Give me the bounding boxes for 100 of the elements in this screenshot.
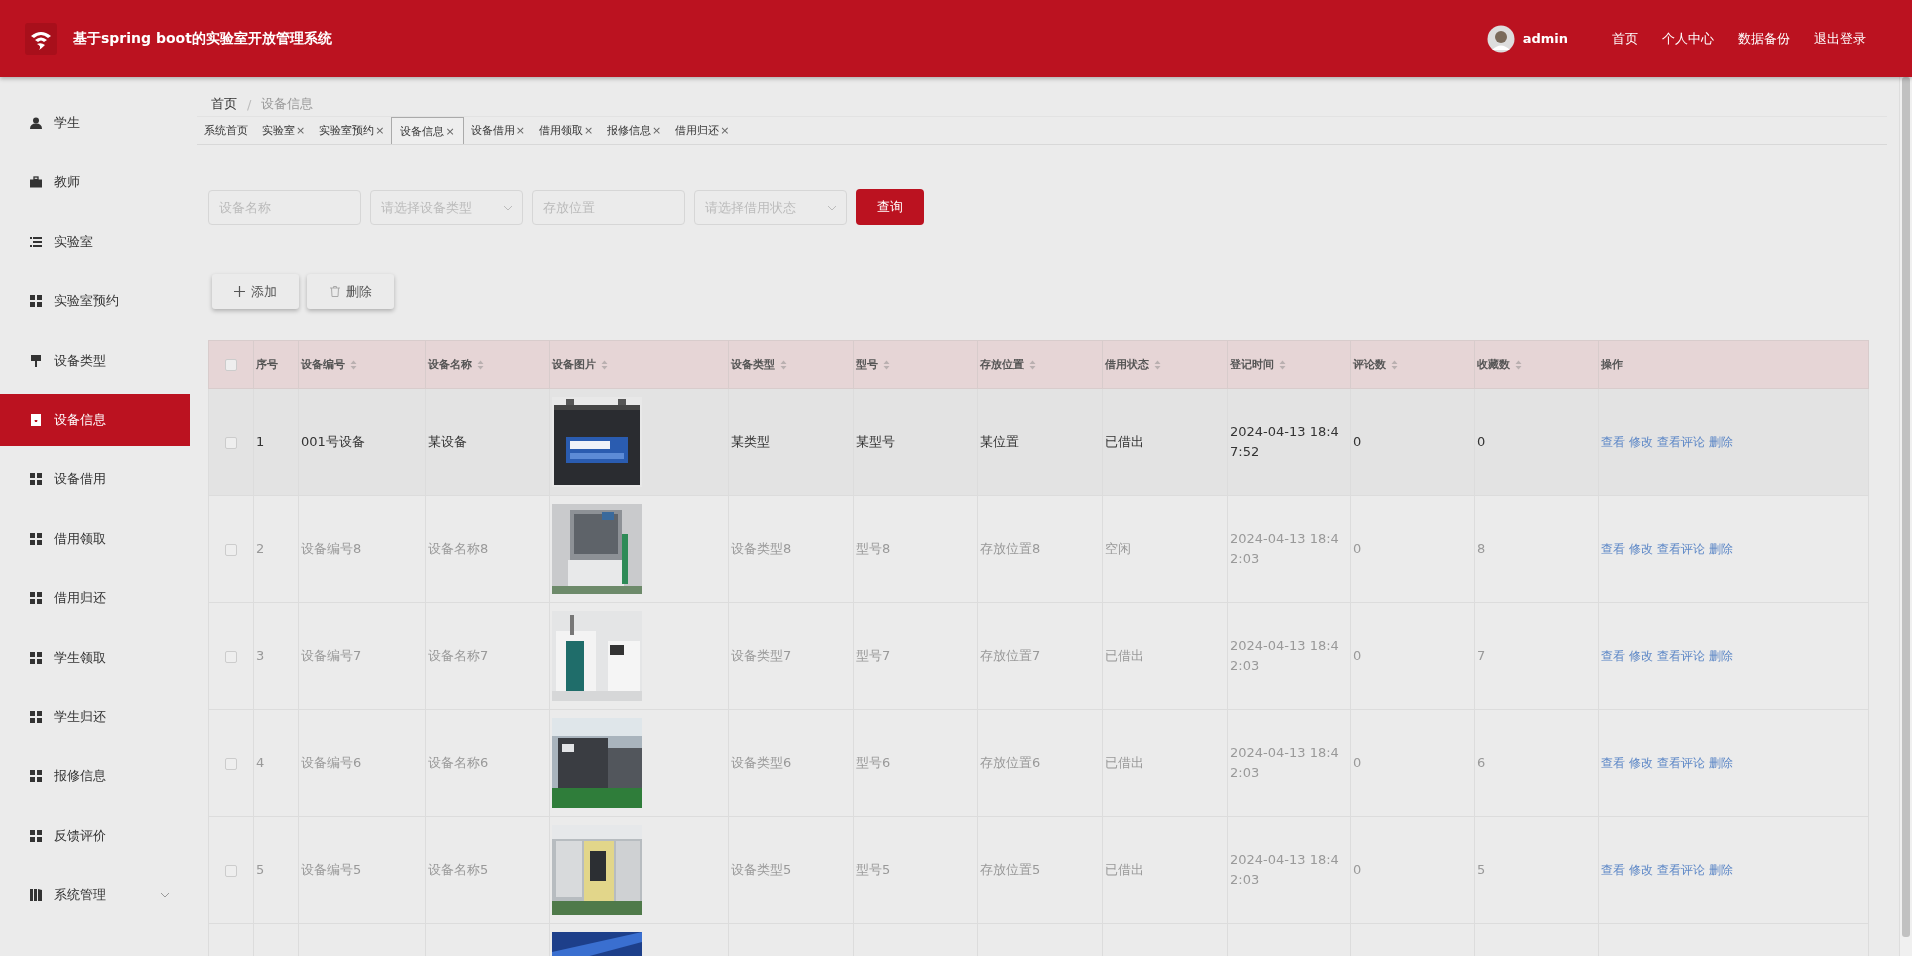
table-cell-text: 设备类型6: [731, 754, 792, 772]
breadcrumb-item[interactable]: 首页: [211, 95, 237, 113]
grid-icon: [30, 710, 42, 723]
row-action-link[interactable]: 查看评论: [1657, 434, 1705, 449]
sidebar-item[interactable]: 系统管理: [0, 869, 190, 922]
sidebar-item[interactable]: 设备类型: [0, 334, 190, 387]
header-link[interactable]: 退出登录: [1814, 29, 1866, 48]
sidebar-item[interactable]: 借用归还: [0, 572, 190, 625]
row-action-link[interactable]: 查看评论: [1657, 862, 1705, 877]
tab[interactable]: 借用归还×: [668, 117, 737, 144]
column-header[interactable]: 评论数: [1353, 357, 1398, 372]
row-action-link[interactable]: 删除: [1709, 755, 1733, 770]
row-action-link[interactable]: 查看评论: [1657, 541, 1705, 556]
sidebar-item[interactable]: 学生领取: [0, 631, 190, 684]
row-action-link[interactable]: 删除: [1709, 862, 1733, 877]
query-button[interactable]: 查询: [856, 189, 924, 225]
row-action-link[interactable]: 删除: [1709, 648, 1733, 663]
sidebar-item[interactable]: 学生归还: [0, 690, 190, 743]
table-cell-text: 已借出: [1105, 433, 1144, 451]
avatar-icon: [1486, 24, 1515, 53]
sidebar-item[interactable]: 教师: [0, 156, 190, 209]
sort-icon[interactable]: [780, 359, 787, 370]
checkbox[interactable]: [225, 359, 237, 371]
row-action-link[interactable]: 修改: [1629, 434, 1653, 449]
table-cell-text: 存放位置5: [980, 861, 1041, 879]
table-cell-text: 存放位置6: [980, 754, 1041, 772]
checkbox[interactable]: [225, 865, 237, 877]
checkbox[interactable]: [225, 437, 237, 449]
table-cell-text: 0: [1353, 433, 1362, 451]
tab[interactable]: 实验室预约×: [312, 117, 392, 144]
column-header[interactable]: 设备编号: [301, 357, 357, 372]
sort-icon[interactable]: [1154, 359, 1161, 370]
tab[interactable]: 实验室×: [255, 117, 313, 144]
sidebar-item[interactable]: 设备借用: [0, 453, 190, 506]
checkbox[interactable]: [225, 651, 237, 663]
row-action-link[interactable]: 查看: [1601, 755, 1625, 770]
sort-icon[interactable]: [477, 359, 484, 370]
sidebar-item[interactable]: 报修信息: [0, 750, 190, 803]
row-action-link[interactable]: 查看: [1601, 434, 1625, 449]
row-action-link[interactable]: 修改: [1629, 862, 1653, 877]
row-action-link[interactable]: 查看评论: [1657, 648, 1705, 663]
sort-icon[interactable]: [1515, 359, 1522, 370]
add-button[interactable]: 添加: [212, 274, 299, 309]
column-header[interactable]: 设备图片: [552, 357, 608, 372]
checkbox[interactable]: [225, 544, 237, 556]
row-action-link[interactable]: 查看: [1601, 541, 1625, 556]
sort-icon[interactable]: [350, 359, 357, 370]
column-header[interactable]: 借用状态: [1105, 357, 1161, 372]
row-action-link[interactable]: 删除: [1709, 541, 1733, 556]
column-header[interactable]: 设备类型: [731, 357, 787, 372]
sort-icon[interactable]: [1279, 359, 1286, 370]
row-action-link[interactable]: 查看: [1601, 648, 1625, 663]
sidebar-item[interactable]: 学生: [0, 97, 190, 149]
row-action-link[interactable]: 删除: [1709, 434, 1733, 449]
sort-icon[interactable]: [1029, 359, 1036, 370]
sort-icon[interactable]: [883, 359, 890, 370]
table-cell-text: 0: [1477, 433, 1486, 451]
table-cell-text: 型号7: [856, 647, 891, 665]
sidebar-item[interactable]: 反馈评价: [0, 809, 190, 862]
column-header[interactable]: 收藏数: [1477, 357, 1522, 372]
column-header[interactable]: 存放位置: [980, 357, 1036, 372]
tab[interactable]: 设备借用×: [463, 117, 532, 144]
table-cell-text: 设备编号5: [301, 861, 362, 879]
delete-button[interactable]: 删除: [307, 274, 394, 309]
table-cell-text: 某类型: [731, 433, 770, 451]
tab[interactable]: 设备信息×: [391, 117, 464, 144]
sidebar-item[interactable]: 实验室预约: [0, 275, 190, 328]
table-cell-text: 设备名称5: [428, 861, 489, 879]
row-action-link[interactable]: 修改: [1629, 648, 1653, 663]
sidebar-item[interactable]: 实验室: [0, 215, 190, 268]
tab[interactable]: 系统首页: [197, 117, 255, 144]
column-header[interactable]: 登记时间: [1230, 357, 1286, 372]
sidebar-item[interactable]: 借用领取: [0, 512, 190, 565]
table-cell-text: 已借出: [1105, 861, 1144, 879]
sort-icon[interactable]: [601, 359, 608, 370]
inbox-icon: [30, 413, 42, 426]
header-link[interactable]: 数据备份: [1738, 29, 1790, 48]
table-cell-text: 2024-04-13 18:42:03: [1230, 744, 1340, 782]
row-action-link[interactable]: 查看: [1601, 862, 1625, 877]
tab[interactable]: 报修信息×: [600, 117, 669, 144]
column-header[interactable]: 序号: [256, 357, 278, 372]
checkbox[interactable]: [225, 758, 237, 770]
table-cell-text: 0: [1353, 540, 1362, 558]
scrollbar[interactable]: [1899, 77, 1912, 956]
table-cell-text: 存放位置7: [980, 647, 1041, 665]
column-header[interactable]: 设备名称: [428, 357, 484, 372]
row-action-link[interactable]: 修改: [1629, 541, 1653, 556]
header-link[interactable]: 首页: [1612, 29, 1638, 48]
table-cell-text: 0: [1353, 647, 1362, 665]
table-cell-text: 2: [256, 540, 265, 558]
column-header[interactable]: 操作: [1601, 357, 1623, 372]
briefcase-icon: [30, 176, 42, 189]
row-action-link[interactable]: 查看评论: [1657, 755, 1705, 770]
tab[interactable]: 借用领取×: [531, 117, 601, 144]
sidebar-item[interactable]: 设备信息: [0, 393, 190, 446]
row-action-link[interactable]: 修改: [1629, 755, 1653, 770]
table-cell-text: 设备编号8: [301, 540, 362, 558]
header-link[interactable]: 个人中心: [1662, 29, 1714, 48]
sort-icon[interactable]: [1391, 359, 1398, 370]
column-header[interactable]: 型号: [856, 357, 890, 372]
